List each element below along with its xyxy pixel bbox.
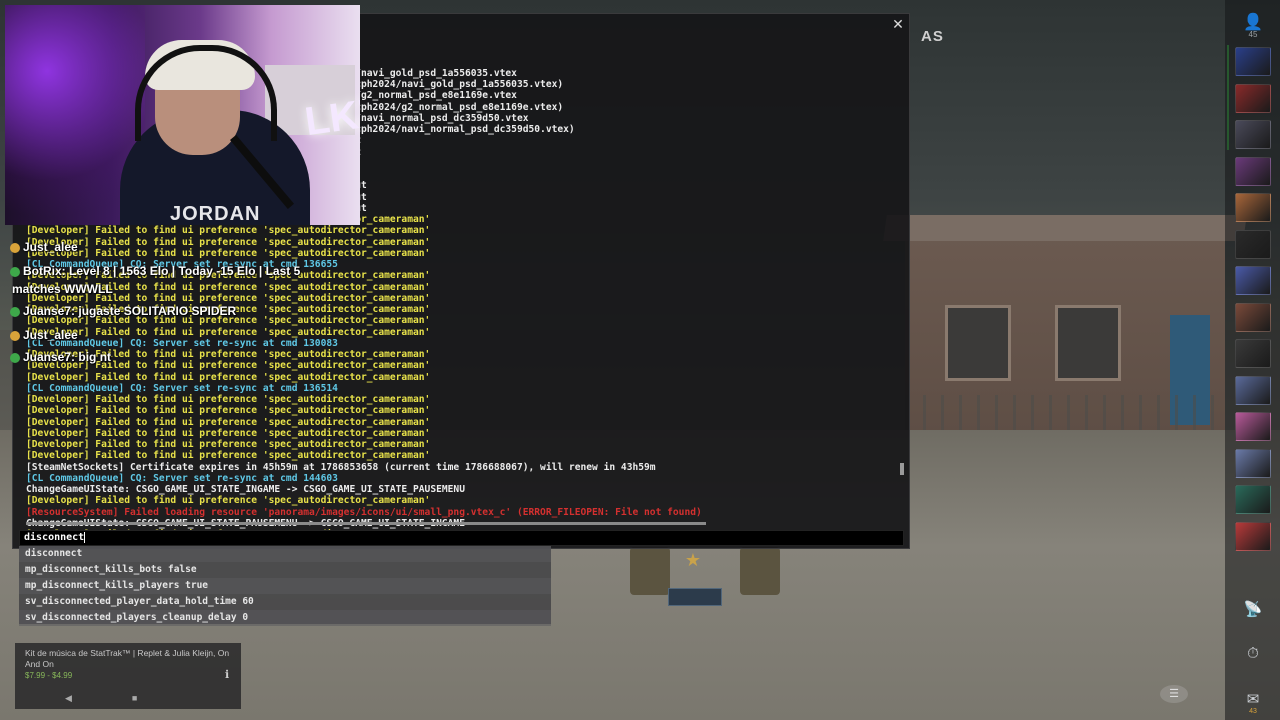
broadcast-icon[interactable]: 📡 — [1240, 600, 1266, 618]
chat-badge-icon — [10, 242, 20, 253]
friend-avatar[interactable] — [1235, 485, 1271, 514]
autocomplete-item[interactable]: mp_disconnect_kills_players true — [19, 578, 551, 594]
autocomplete-item[interactable]: disconnect — [19, 546, 551, 562]
autocomplete-item[interactable]: sv_disconnected_players_cleanup_delay 0 — [19, 610, 551, 626]
text-caret — [84, 531, 86, 543]
chat-username[interactable]: BotRix — [23, 264, 62, 278]
building-window — [1055, 305, 1121, 381]
console-log-line: [Developer] Failed to find ui preference… — [26, 225, 431, 237]
chat-username[interactable]: Juanse7 — [23, 304, 71, 318]
building-roof — [883, 215, 1247, 241]
chat-username[interactable]: Juanse7 — [23, 350, 71, 364]
chat-message: Juanse7: big nt — [10, 350, 111, 364]
chat-text: : big nt — [71, 350, 112, 364]
streamer-webcam: LKZ JORDAN — [5, 5, 360, 225]
console-log-line: [Developer] Failed to find ui preference… — [26, 371, 431, 383]
friend-avatar[interactable] — [1235, 266, 1271, 295]
chat-message: Juanse7: jugaste SOLITARIO SPIDER — [10, 304, 236, 318]
chat-message: Just_alee — [10, 328, 78, 342]
console-log-line: [Developer] Failed to find ui preference… — [26, 416, 431, 428]
info-icon[interactable]: ℹ — [225, 668, 229, 681]
history-icon[interactable]: ⏱ — [1240, 645, 1266, 662]
console-log-line: [Developer] Failed to find ui preference… — [26, 405, 431, 417]
friend-avatar[interactable] — [1235, 229, 1271, 259]
chat-message: BotRix: Level 8 | 1563 Elo | Today -15 E… — [10, 264, 300, 278]
console-log-line: [Developer] Failed to find ui preference… — [26, 360, 431, 372]
friend-avatar[interactable] — [1235, 521, 1271, 551]
console-log-line: [Developer] Failed to find ui preference… — [26, 394, 431, 405]
chat-badge-icon — [10, 330, 20, 341]
friend-avatar[interactable] — [1235, 47, 1271, 76]
friends-count: 45 — [1248, 30, 1258, 39]
chat-badge-icon — [10, 306, 20, 317]
chat-message: matches WWWLL — [12, 282, 113, 296]
player-boot — [630, 547, 670, 595]
console-log-line: [Developer] Failed to find ui preference… — [26, 495, 431, 507]
console-log-line: [Developer] Failed to find ui preference… — [26, 236, 431, 248]
sidebar-icon-count: 43 — [1249, 708, 1257, 715]
console-log-line: [Developer] Failed to find ui preference… — [26, 427, 431, 439]
console-log-line: [Developer] Failed to find ui preference… — [26, 450, 431, 462]
console-scrollbar[interactable] — [900, 463, 904, 475]
chat-username[interactable]: Just_alee — [23, 240, 78, 254]
friend-avatar[interactable] — [1235, 448, 1271, 478]
friend-avatar[interactable] — [1235, 375, 1271, 405]
console-log-line: [CL CommandQueue] CQ: Server set re-sync… — [26, 337, 338, 349]
sidebar-icon-glyph: ⏱ — [1247, 645, 1259, 662]
friend-avatar[interactable] — [1235, 83, 1271, 113]
rank-emblem-icon: ★ — [684, 550, 702, 570]
console-log-line: [Developer] Failed to find ui preference… — [26, 281, 431, 293]
friends-icon[interactable]: 👤 — [1240, 12, 1266, 32]
friend-avatar[interactable] — [1235, 412, 1271, 441]
player-nameplate — [668, 588, 722, 606]
mail-icon[interactable]: ✉ 43 — [1240, 690, 1266, 715]
console-log-line: [SteamNetSockets] Certificate expires in… — [26, 461, 656, 473]
console-log-line: [ResourceSystem] Failed loading resource… — [26, 506, 702, 518]
console-log-line: [Developer] Failed to find ui preference… — [26, 349, 431, 360]
player-boot — [740, 547, 780, 595]
autocomplete-item[interactable]: sv_disconnected_player_data_hold_time 60 — [19, 594, 551, 610]
shirt-text: JORDAN — [170, 203, 261, 225]
friend-avatar[interactable] — [1235, 302, 1271, 332]
console-log-line: [Developer] Failed to find ui preference… — [26, 326, 431, 338]
chat-text: : Level 8 | 1563 Elo | Today -15 Elo | L… — [61, 264, 301, 278]
store-item-card[interactable]: Kit de música de StatTrak™ | Replet & Ju… — [15, 643, 241, 709]
chat-bubble-icon[interactable]: ☰ — [1160, 685, 1188, 703]
console-log-line: [CL CommandQueue] CQ: Server set re-sync… — [26, 382, 338, 394]
store-item-price: $7.99 - $4.99 — [25, 671, 73, 680]
chat-badge-icon — [10, 352, 20, 363]
chat-badge-icon — [10, 266, 20, 277]
building-window — [945, 305, 1011, 381]
friend-avatar[interactable] — [1235, 339, 1271, 368]
console-log-line: [Developer] Failed to find ui preference… — [26, 247, 431, 259]
console-log-line: [CL CommandQueue] CQ: Server set re-sync… — [26, 472, 338, 484]
chat-text: matches WWWLL — [12, 282, 113, 296]
chat-username[interactable]: Just_alee — [23, 328, 78, 342]
sidebar-icon-glyph: ✉ — [1246, 691, 1260, 708]
chat-text: : jugaste SOLITARIO SPIDER — [71, 304, 237, 318]
sidebar-icon-glyph: 📡 — [1243, 601, 1263, 618]
console-log-line: [Developer] Failed to find ui preference… — [26, 292, 431, 304]
console-command-input[interactable]: disconnect — [19, 530, 904, 546]
chat-message: Just_alee — [10, 240, 78, 254]
friend-avatar[interactable] — [1235, 193, 1271, 222]
store-item-title: Kit de música de StatTrak™ | Replet & Ju… — [25, 648, 230, 669]
console-log-line: ChangeGameUIState: CSGO_GAME_UI_STATE_IN… — [26, 484, 465, 495]
friend-avatar[interactable] — [1235, 120, 1271, 149]
command-input-value: disconnect — [24, 532, 85, 543]
console-horizontal-scrollbar[interactable] — [26, 522, 706, 525]
friends-sidebar: 👤 45 📡 ⏱ ✉ 43 — [1225, 0, 1280, 720]
console-title-fragment: AS — [921, 28, 944, 45]
autocomplete-item[interactable]: mp_disconnect_kills_bots false — [19, 562, 551, 578]
console-log-line: [Developer] Failed to find ui preference… — [26, 439, 431, 450]
autocomplete-list: disconnect mp_disconnect_kills_bots false… — [19, 546, 551, 626]
console-close-button[interactable]: ✕ — [890, 16, 906, 32]
friend-avatar[interactable] — [1235, 156, 1271, 186]
store-carousel-nav[interactable]: ◀ ■ — [65, 693, 195, 703]
